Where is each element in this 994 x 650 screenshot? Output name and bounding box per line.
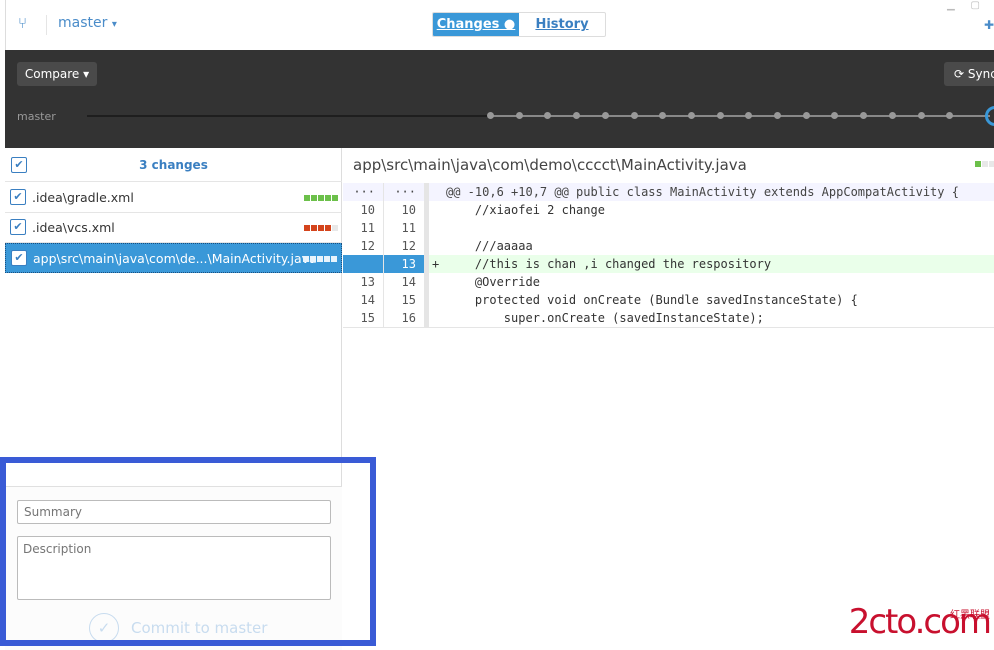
branch-icon: ⑂ xyxy=(18,14,28,32)
new-line-number: 15 xyxy=(384,291,425,309)
timeline-commit-dot[interactable] xyxy=(831,112,839,119)
timeline-commits-line xyxy=(490,115,990,117)
file-name: .idea\vcs.xml xyxy=(32,220,115,235)
file-checkbox[interactable]: ✔ xyxy=(10,189,26,205)
diff-line: 10 10 //xiaofei 2 change xyxy=(343,201,994,219)
old-line-number: ··· xyxy=(343,183,384,201)
file-checkbox[interactable]: ✔ xyxy=(11,250,27,266)
old-line-number: 12 xyxy=(343,237,384,255)
old-line-number xyxy=(343,255,384,273)
diff-sign xyxy=(429,183,443,201)
code-text: //this is chan ,i changed the respositor… xyxy=(443,255,994,273)
diff-line: 11 11 xyxy=(343,219,994,237)
new-line-number: 10 xyxy=(384,201,425,219)
changes-count: 3 changes xyxy=(139,158,208,172)
timeline-head-marker[interactable] xyxy=(985,106,994,126)
diff-sign: + xyxy=(429,255,443,273)
file-name: .idea\gradle.xml xyxy=(32,190,134,205)
diff-line: 15 16 super.onCreate (savedInstanceState)… xyxy=(343,309,994,327)
timeline-line xyxy=(87,115,490,117)
old-line-number: 15 xyxy=(343,309,384,327)
top-bar: ⑂ master ▾ Changes ● History ▁ ▢ ✚ xyxy=(5,0,994,50)
old-line-number: 13 xyxy=(343,273,384,291)
diff-line: ··· ··· @@ -10,6 +10,7 @@ public class Mai… xyxy=(343,183,994,201)
timeline-commit-dot[interactable] xyxy=(515,112,523,119)
diff-sign xyxy=(429,237,443,255)
timeline-commit-dot[interactable] xyxy=(601,112,609,119)
highlight-box xyxy=(0,457,376,646)
file-diff-stat xyxy=(304,195,338,201)
view-tabs: Changes ● History xyxy=(432,12,606,37)
changes-header: ✔ 3 changes xyxy=(5,150,342,182)
code-text: super.onCreate (savedInstanceState); xyxy=(446,311,764,325)
timeline-commit-dot[interactable] xyxy=(687,112,695,119)
file-diff-stat xyxy=(304,225,338,231)
code-text: protected void onCreate (Bundle savedIns… xyxy=(446,293,858,307)
diff-sign xyxy=(429,219,443,237)
timeline-branch-label: master xyxy=(17,110,56,123)
timeline-commit-dot[interactable] xyxy=(946,112,954,119)
diff-line: 13 + //this is chan ,i changed the respos… xyxy=(343,255,994,273)
timeline-commit-dot[interactable] xyxy=(745,112,753,119)
timeline-commit-dot[interactable] xyxy=(630,112,638,119)
diff-stat-bars xyxy=(975,161,994,167)
diff-sign xyxy=(429,201,443,219)
file-diff-stat xyxy=(303,256,337,262)
code-text: //xiaofei 2 change xyxy=(446,203,605,217)
settings-icon[interactable]: ✚ xyxy=(984,18,994,32)
new-line-number: 11 xyxy=(384,219,425,237)
diff-view: ··· ··· @@ -10,6 +10,7 @@ public class Mai… xyxy=(343,183,994,328)
tab-history[interactable]: History xyxy=(519,13,605,36)
compare-button[interactable]: Compare ▾ xyxy=(17,62,97,86)
new-line-number: 12 xyxy=(384,237,425,255)
timeline-commit-dot[interactable] xyxy=(888,112,896,119)
changed-file-row[interactable]: ✔ app\src\main\java\com\de...\MainActivit… xyxy=(5,243,342,273)
old-line-number: 10 xyxy=(343,201,384,219)
watermark-logo: 2cto.com 红黑联盟 xyxy=(848,602,992,642)
file-name: app\src\main\java\com\de...\MainActivity… xyxy=(33,251,317,266)
diff-file-path: app\src\main\java\com\demo\cccct\MainAct… xyxy=(353,156,747,174)
timeline-commit-dot[interactable] xyxy=(544,112,552,119)
new-line-number: 14 xyxy=(384,273,425,291)
timeline-commit-dot[interactable] xyxy=(487,112,494,119)
new-line-number: ··· xyxy=(384,183,425,201)
changed-file-row[interactable]: ✔ .idea\vcs.xml xyxy=(5,213,342,243)
new-line-number: 16 xyxy=(384,309,425,327)
diff-line: 13 14 @Override xyxy=(343,273,994,291)
changed-file-row[interactable]: ✔ .idea\gradle.xml xyxy=(5,183,342,213)
old-line-number: 14 xyxy=(343,291,384,309)
tab-changes[interactable]: Changes ● xyxy=(433,13,519,36)
old-line-number: 11 xyxy=(343,219,384,237)
timeline-commit-dot[interactable] xyxy=(573,112,581,119)
diff-sign xyxy=(429,273,443,291)
timeline-commit-dot[interactable] xyxy=(716,112,724,119)
new-line-number: 13 xyxy=(384,255,425,273)
diff-sign xyxy=(429,291,443,309)
file-checkbox[interactable]: ✔ xyxy=(10,219,26,235)
sync-button[interactable]: ⟳ Sync xyxy=(944,62,994,86)
window-controls[interactable]: ▁ ▢ xyxy=(947,0,980,11)
timeline-commit-dot[interactable] xyxy=(860,112,868,119)
compare-toolbar: Compare ▾ ⟳ Sync master xyxy=(5,50,994,148)
timeline-commit-dot[interactable] xyxy=(774,112,781,119)
branch-selector[interactable]: master ▾ xyxy=(58,15,117,31)
timeline-commit-dot[interactable] xyxy=(802,112,810,119)
timeline-commit-dot[interactable] xyxy=(917,112,925,119)
diff-sign xyxy=(429,309,443,327)
diff-line: 14 15 protected void onCreate (Bundle sav… xyxy=(343,291,994,309)
diff-line: 12 12 ///aaaaa xyxy=(343,237,994,255)
code-text: @Override xyxy=(446,275,540,289)
divider xyxy=(46,15,47,35)
timeline-commit-dot[interactable] xyxy=(659,112,667,119)
code-text: @@ -10,6 +10,7 @@ public class MainActiv… xyxy=(443,183,994,201)
code-text: ///aaaaa xyxy=(446,239,533,253)
